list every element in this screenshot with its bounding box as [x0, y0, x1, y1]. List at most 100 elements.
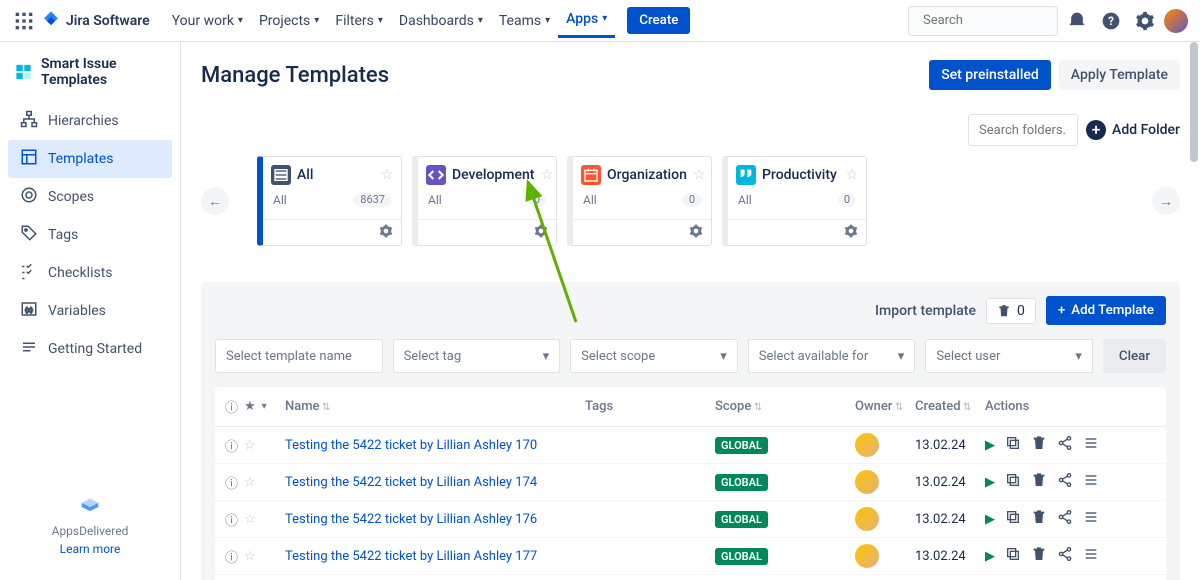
folder-card-all[interactable]: All☆All8637	[257, 156, 402, 246]
info-icon[interactable]: ⓘ	[225, 473, 238, 492]
play-icon[interactable]: ▶	[985, 549, 995, 564]
learn-more-link[interactable]: Learn more	[4, 542, 176, 556]
sidebar-item-scopes[interactable]: Scopes	[8, 178, 172, 216]
share-icon[interactable]	[1057, 472, 1073, 492]
gear-icon[interactable]	[379, 224, 393, 242]
star-icon[interactable]: ☆	[244, 475, 256, 490]
filter-template-name[interactable]: Select template name	[215, 339, 383, 373]
owner-avatar[interactable]	[855, 544, 879, 568]
sidebar-item-hierarchies[interactable]: Hierarchies	[8, 102, 172, 140]
product-logo[interactable]: Jira Software	[40, 10, 150, 32]
trash-count[interactable]: 0	[986, 298, 1036, 324]
share-icon[interactable]	[1057, 546, 1073, 566]
delete-icon[interactable]	[1031, 546, 1047, 566]
folders-scroll-left[interactable]: ←	[201, 187, 229, 215]
delete-icon[interactable]	[1031, 472, 1047, 492]
col-created[interactable]: Created	[915, 399, 985, 414]
template-name-link[interactable]: Testing the 5422 ticket by Lillian Ashle…	[285, 438, 585, 453]
copy-icon[interactable]	[1005, 546, 1021, 566]
sidebar-item-tags[interactable]: Tags	[8, 216, 172, 254]
filter-scope[interactable]: Select scope▾	[570, 339, 738, 373]
share-icon[interactable]	[1057, 435, 1073, 455]
info-icon[interactable]: ⓘ	[225, 510, 238, 529]
app-switcher-icon[interactable]	[12, 9, 36, 33]
star-icon[interactable]: ☆	[845, 167, 858, 183]
play-icon[interactable]: ▶	[985, 512, 995, 527]
template-name-link[interactable]: Testing the 5422 ticket by Lillian Ashle…	[285, 475, 585, 490]
star-icon[interactable]: ☆	[244, 438, 256, 453]
copy-icon[interactable]	[1005, 435, 1021, 455]
apply-template-button[interactable]: Apply Template	[1059, 60, 1180, 90]
nav-teams[interactable]: Teams ▾	[491, 5, 558, 37]
nav-filters[interactable]: Filters ▾	[327, 5, 391, 37]
create-button[interactable]: Create	[627, 7, 690, 34]
clear-filters-button[interactable]: Clear	[1103, 339, 1166, 373]
user-avatar[interactable]	[1164, 9, 1188, 33]
delete-icon[interactable]	[1031, 509, 1047, 529]
play-icon[interactable]: ▶	[985, 438, 995, 453]
template-name-link[interactable]: Testing the 5422 ticket by Lillian Ashle…	[285, 512, 585, 527]
add-template-button[interactable]: + Add Template	[1046, 296, 1166, 325]
import-template-link[interactable]: Import template	[875, 303, 976, 319]
more-icon[interactable]	[1083, 472, 1099, 492]
owner-avatar[interactable]	[855, 470, 879, 494]
folder-sub: All	[428, 193, 442, 207]
more-icon[interactable]	[1083, 435, 1099, 455]
filter-tag[interactable]: Select tag▾	[393, 339, 561, 373]
owner-avatar[interactable]	[855, 433, 879, 457]
col-owner[interactable]: Owner	[855, 399, 915, 414]
folder-card-productivity[interactable]: Productivity☆All0	[722, 156, 867, 246]
nav-dashboards[interactable]: Dashboards ▾	[391, 5, 491, 37]
notifications-icon[interactable]	[1062, 6, 1092, 36]
folder-card-development[interactable]: Development☆All0	[412, 156, 557, 246]
star-icon[interactable]: ☆	[380, 167, 393, 183]
sidebar-item-checklists[interactable]: Checklists	[8, 254, 172, 292]
variable-icon: {x}	[20, 300, 38, 322]
star-icon[interactable]: ☆	[244, 512, 256, 527]
folder-card-organization[interactable]: Organization☆All0	[567, 156, 712, 246]
col-name[interactable]: Name	[285, 399, 585, 414]
chevron-down-icon: ▾	[478, 15, 483, 26]
nav-your-work[interactable]: Your work ▾	[164, 5, 251, 37]
copy-icon[interactable]	[1005, 472, 1021, 492]
sidebar-item-variables[interactable]: {x}Variables	[8, 292, 172, 330]
filter-user[interactable]: Select user▾	[925, 339, 1093, 373]
add-folder-button[interactable]: + Add Folder	[1086, 120, 1180, 140]
info-icon[interactable]: ⓘ	[225, 547, 238, 566]
sidebar-item-getting-started[interactable]: Getting Started	[8, 330, 172, 368]
play-icon[interactable]: ▶	[985, 475, 995, 490]
delete-icon[interactable]	[1031, 435, 1047, 455]
settings-icon[interactable]	[1130, 6, 1160, 36]
gear-icon[interactable]	[689, 224, 703, 242]
gear-icon[interactable]	[844, 224, 858, 242]
col-scope[interactable]: Scope	[715, 399, 855, 414]
sidebar-item-templates[interactable]: Templates	[8, 140, 172, 178]
folder-count: 8637	[354, 193, 391, 207]
gear-icon[interactable]	[534, 224, 548, 242]
more-icon[interactable]	[1083, 546, 1099, 566]
copy-icon[interactable]	[1005, 509, 1021, 529]
set-preinstalled-button[interactable]: Set preinstalled	[929, 60, 1051, 90]
help-icon[interactable]: ?	[1096, 6, 1126, 36]
scope-badge: GLOBAL	[715, 511, 768, 528]
sidebar-item-label: Templates	[48, 151, 114, 167]
info-icon[interactable]: ⓘ	[225, 436, 238, 455]
nav-apps[interactable]: Apps ▾	[558, 5, 615, 38]
search-folders-input[interactable]	[968, 114, 1078, 146]
share-icon[interactable]	[1057, 509, 1073, 529]
more-icon[interactable]	[1083, 509, 1099, 529]
vertical-scrollbar[interactable]	[1190, 42, 1198, 162]
folders-scroll-right[interactable]: →	[1152, 187, 1180, 215]
star-icon[interactable]: ☆	[244, 549, 256, 564]
star-icon[interactable]: ☆	[693, 167, 706, 183]
chevron-down-icon: ▾	[543, 349, 550, 364]
filter-available-for[interactable]: Select available for▾	[748, 339, 916, 373]
folder-icon	[426, 165, 446, 185]
global-search[interactable]	[908, 6, 1058, 36]
star-icon[interactable]: ☆	[540, 167, 553, 183]
template-name-link[interactable]: Testing the 5422 ticket by Lillian Ashle…	[285, 549, 585, 564]
nav-projects[interactable]: Projects ▾	[251, 5, 327, 37]
scope-badge: GLOBAL	[715, 548, 768, 565]
owner-avatar[interactable]	[855, 507, 879, 531]
folder-sub: All	[738, 193, 752, 207]
